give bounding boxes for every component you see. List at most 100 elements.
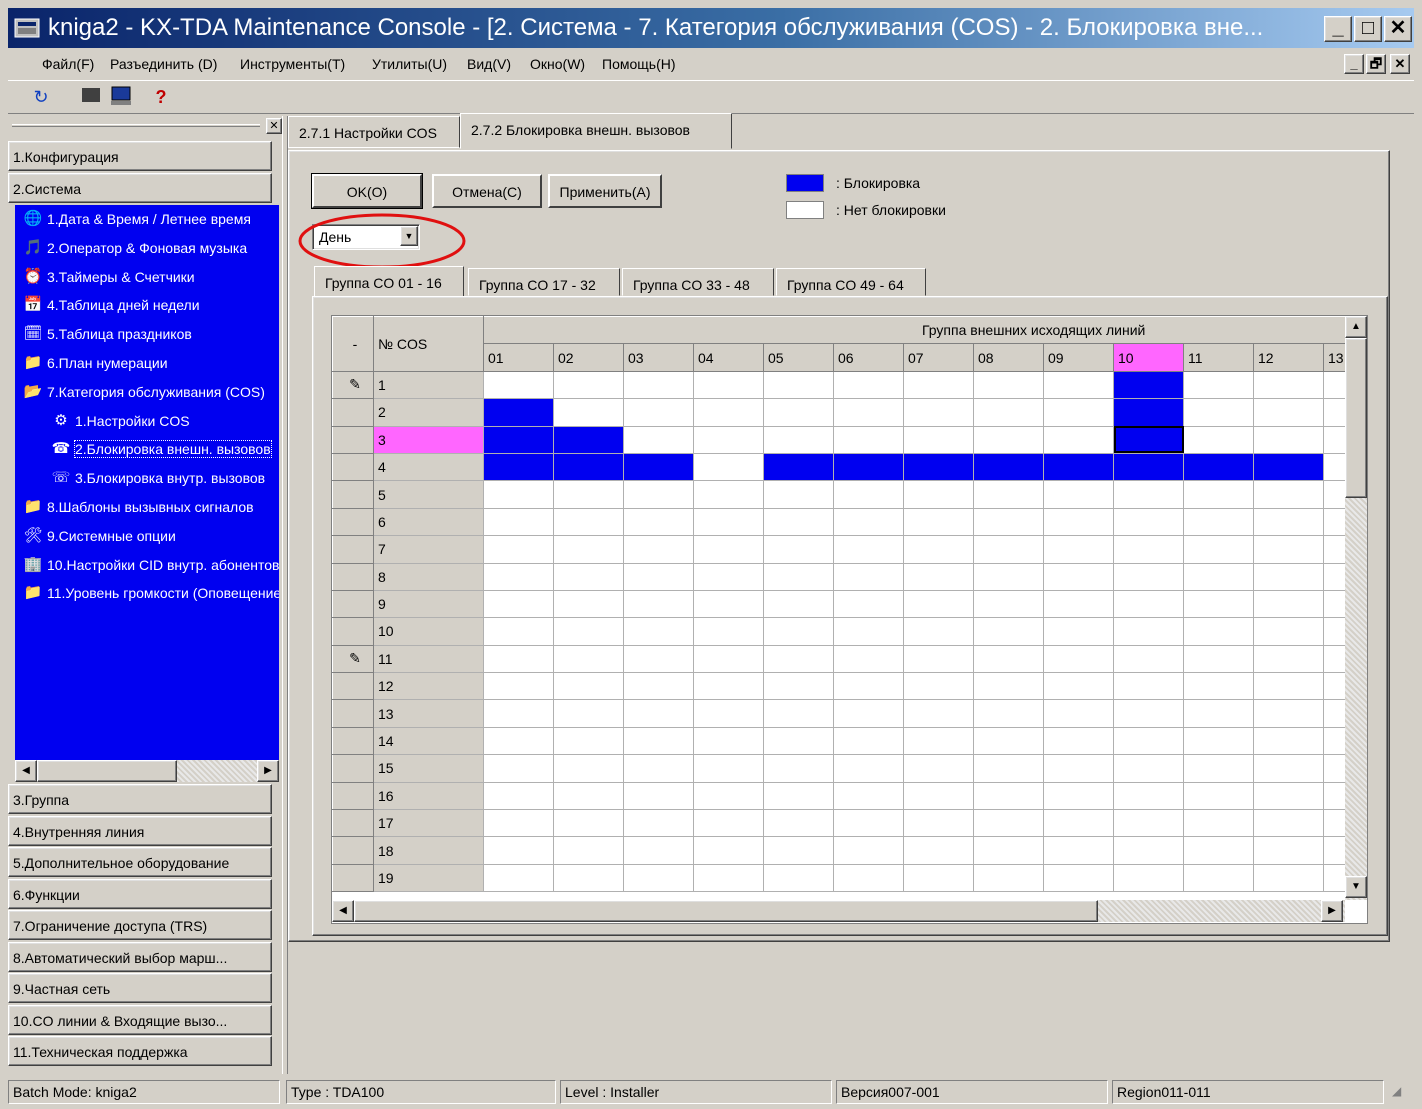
restriction-cell[interactable] (1183, 617, 1254, 646)
restriction-cell[interactable] (1113, 781, 1184, 811)
restriction-cell[interactable] (973, 507, 1044, 537)
restriction-cell[interactable] (763, 562, 834, 591)
restriction-cell[interactable] (1043, 398, 1114, 427)
row-marker[interactable] (332, 809, 374, 838)
restriction-cell[interactable] (903, 809, 974, 838)
disconnect-icon[interactable] (78, 85, 104, 111)
restriction-cell[interactable] (1113, 589, 1184, 619)
restriction-cell[interactable] (553, 535, 624, 564)
restriction-cell[interactable] (483, 589, 554, 619)
restriction-cell[interactable] (1113, 507, 1184, 537)
tree-item[interactable]: 📂 7.Категория обслуживания (COS) (23, 380, 265, 404)
co-column-header[interactable]: 08 (973, 343, 1044, 372)
restriction-cell[interactable] (553, 398, 624, 427)
restriction-cell[interactable] (1113, 672, 1184, 701)
restriction-cell[interactable] (1183, 781, 1254, 811)
co-column-header[interactable]: 06 (833, 343, 904, 372)
restriction-cell[interactable] (1043, 370, 1114, 400)
restriction-cell[interactable] (903, 370, 974, 400)
restriction-cell[interactable] (973, 836, 1044, 865)
title-bar[interactable]: kniga2 - KX-TDA Maintenance Console - [2… (8, 8, 1414, 48)
restriction-cell[interactable] (973, 781, 1044, 811)
restriction-cell[interactable] (693, 589, 764, 619)
restriction-cell[interactable] (623, 836, 694, 865)
restriction-cell[interactable] (623, 726, 694, 756)
restriction-cell[interactable] (763, 863, 834, 893)
restriction-cell[interactable] (483, 425, 554, 454)
nav-section[interactable]: 11.Техническая поддержка (8, 1036, 272, 1066)
restriction-cell[interactable] (483, 754, 554, 783)
tab-co-group-01-16[interactable]: Группа CO 01 - 16 (314, 266, 464, 298)
menu-tools[interactable]: Инструменты(T) (240, 56, 345, 72)
tree-item[interactable]: 🎵 2.Оператор & Фоновая музыка (23, 236, 247, 260)
restriction-cell[interactable] (693, 398, 764, 427)
restriction-cell[interactable] (763, 754, 834, 783)
restriction-cell[interactable] (973, 644, 1044, 674)
restriction-cell[interactable] (763, 425, 834, 454)
restriction-cell[interactable] (693, 672, 764, 701)
restriction-cell[interactable] (553, 836, 624, 865)
restriction-cell[interactable] (1253, 617, 1324, 646)
cancel-button[interactable]: Отмена(C) (432, 174, 542, 208)
tree-item[interactable]: ⏰ 3.Таймеры & Счетчики (23, 265, 195, 289)
restriction-cell[interactable] (973, 863, 1044, 893)
restriction-cell[interactable] (903, 589, 974, 619)
restriction-cell[interactable] (1043, 507, 1114, 537)
restriction-cell[interactable] (833, 726, 904, 756)
co-column-header[interactable]: 07 (903, 343, 974, 372)
restriction-cell[interactable] (833, 480, 904, 509)
menu-file[interactable]: Файл(F) (42, 56, 94, 72)
restriction-cell[interactable] (833, 425, 904, 454)
co-column-header[interactable]: 10 (1113, 343, 1184, 372)
restriction-cell[interactable] (483, 809, 554, 838)
restriction-cell[interactable] (1183, 863, 1254, 893)
restriction-cell[interactable] (763, 535, 834, 564)
tree-hscroll[interactable]: ◀ ▶ (15, 760, 279, 782)
tree-item[interactable]: ☎ 2.Блокировка внешн. вызовов (51, 437, 272, 461)
restriction-cell[interactable] (1043, 425, 1114, 454)
restriction-cell[interactable] (1113, 480, 1184, 509)
row-marker[interactable] (332, 863, 374, 893)
note-icon[interactable]: ✎ (332, 370, 374, 400)
restriction-cell[interactable] (1253, 809, 1324, 838)
terminal-icon[interactable] (108, 85, 134, 111)
row-marker[interactable] (332, 480, 374, 509)
restriction-cell[interactable] (763, 699, 834, 728)
restriction-cell[interactable] (1043, 452, 1114, 482)
row-marker[interactable] (332, 398, 374, 427)
row-marker[interactable] (332, 754, 374, 783)
help-icon[interactable]: ? (148, 85, 174, 111)
restriction-cell[interactable] (763, 836, 834, 865)
restriction-cell[interactable] (1183, 425, 1254, 454)
restriction-cell[interactable] (973, 809, 1044, 838)
restriction-cell[interactable] (973, 452, 1044, 482)
scroll-up-arrow[interactable]: ▲ (1345, 316, 1367, 338)
restriction-cell[interactable] (693, 809, 764, 838)
restriction-cell[interactable] (693, 726, 764, 756)
restriction-cell[interactable] (833, 535, 904, 564)
restriction-cell[interactable] (903, 644, 974, 674)
row-marker[interactable] (332, 672, 374, 701)
scroll-left-arrow[interactable]: ◀ (332, 900, 354, 922)
tab-cos-settings[interactable]: 2.7.1 Настройки COS (288, 116, 460, 148)
restriction-cell[interactable] (623, 535, 694, 564)
restriction-cell[interactable] (1043, 562, 1114, 591)
restriction-cell[interactable] (553, 480, 624, 509)
restriction-cell[interactable] (623, 562, 694, 591)
restriction-cell[interactable] (973, 672, 1044, 701)
restriction-cell[interactable] (1253, 425, 1324, 454)
restriction-cell[interactable] (1253, 726, 1324, 756)
restriction-cell[interactable] (623, 672, 694, 701)
restriction-cell[interactable] (763, 644, 834, 674)
restriction-cell[interactable] (903, 398, 974, 427)
restriction-cell[interactable] (1253, 672, 1324, 701)
restriction-cell[interactable] (973, 617, 1044, 646)
restriction-cell[interactable] (833, 562, 904, 591)
tree-item[interactable]: 🗓 5.Таблица праздников (23, 322, 191, 346)
restriction-cell[interactable] (623, 507, 694, 537)
restriction-cell[interactable] (553, 754, 624, 783)
restriction-cell[interactable] (483, 562, 554, 591)
restriction-cell[interactable] (693, 370, 764, 400)
restriction-cell[interactable] (483, 644, 554, 674)
restriction-cell[interactable] (1183, 644, 1254, 674)
